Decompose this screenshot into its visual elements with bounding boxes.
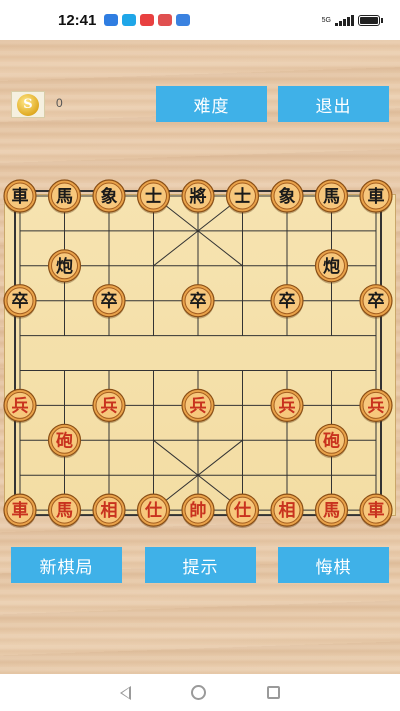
piece-red[interactable]: 車 (3, 493, 37, 529)
piece-label: 卒 (368, 291, 385, 312)
back-icon[interactable] (120, 685, 132, 700)
piece-label: 卒 (279, 291, 296, 312)
piece-red[interactable]: 馬 (314, 493, 349, 529)
piece-label: 車 (12, 186, 29, 207)
recent-apps-icon[interactable] (266, 686, 280, 699)
piece-label: 帥 (190, 500, 207, 521)
piece-label: 相 (279, 500, 296, 521)
piece-red[interactable]: 兵 (181, 388, 215, 424)
piece-red[interactable]: 砲 (314, 423, 349, 459)
piece-label: 馬 (323, 187, 340, 207)
piece-black[interactable]: 士 (225, 179, 260, 214)
piece-label: 炮 (323, 256, 340, 277)
piece-label: 砲 (323, 430, 340, 451)
piece-red[interactable]: 兵 (92, 388, 126, 424)
piece-black[interactable]: 卒 (181, 284, 215, 319)
piece-label: 兵 (12, 395, 29, 416)
piece-black[interactable]: 馬 (47, 179, 82, 214)
piece-label: 仕 (233, 500, 251, 521)
piece-red[interactable]: 兵 (3, 388, 37, 424)
piece-label: 馬 (323, 501, 340, 521)
piece-black[interactable]: 馬 (314, 179, 349, 214)
home-icon[interactable] (191, 685, 207, 700)
piece-label: 卒 (190, 291, 207, 312)
piece-red[interactable]: 馬 (47, 493, 82, 529)
piece-black[interactable]: 象 (270, 179, 304, 214)
piece-red[interactable]: 車 (359, 493, 393, 529)
piece-label: 士 (234, 186, 251, 207)
piece-label: 車 (368, 186, 385, 207)
piece-black[interactable]: 炮 (314, 249, 349, 284)
piece-red[interactable]: 兵 (270, 388, 304, 424)
piece-label: 馬 (56, 501, 73, 521)
piece-label: 車 (12, 500, 29, 521)
piece-black[interactable]: 將 (181, 179, 215, 214)
new-game-button[interactable]: 新棋局 (11, 547, 122, 583)
piece-label: 兵 (279, 395, 296, 416)
piece-red[interactable]: 兵 (359, 388, 393, 424)
piece-red[interactable]: 仕 (225, 493, 260, 529)
piece-label: 兵 (190, 395, 207, 416)
piece-red[interactable]: 相 (270, 493, 304, 529)
piece-black[interactable]: 卒 (92, 284, 126, 319)
hint-button[interactable]: 提示 (145, 547, 256, 583)
piece-label: 象 (101, 186, 118, 207)
piece-label: 將 (190, 186, 207, 207)
piece-label: 炮 (56, 256, 73, 277)
piece-black[interactable]: 炮 (47, 249, 82, 284)
piece-label: 仕 (144, 500, 162, 521)
piece-label: 兵 (101, 395, 118, 416)
piece-black[interactable]: 車 (359, 179, 393, 214)
piece-label: 相 (101, 500, 118, 521)
piece-label: 卒 (101, 291, 118, 312)
piece-red[interactable]: 相 (92, 493, 126, 529)
piece-label: 象 (279, 186, 296, 207)
piece-black[interactable]: 象 (92, 179, 126, 214)
piece-black[interactable]: 卒 (359, 284, 393, 319)
piece-label: 卒 (12, 291, 29, 312)
xiangqi-board[interactable]: 車馬象士將士象馬車炮 炮卒卒卒卒卒兵兵兵兵兵砲 砲車馬相仕帥仕相馬車 (0, 0, 400, 711)
navigation-bar (0, 674, 400, 711)
piece-black[interactable]: 車 (3, 179, 37, 214)
piece-black[interactable]: 士 (136, 179, 171, 214)
piece-red[interactable]: 仕 (136, 493, 171, 529)
piece-label: 砲 (56, 430, 73, 451)
piece-red[interactable]: 砲 (47, 423, 82, 459)
piece-label: 士 (145, 186, 162, 207)
piece-black[interactable]: 卒 (270, 284, 304, 319)
piece-label: 兵 (368, 395, 385, 416)
undo-button[interactable]: 悔棋 (278, 547, 389, 583)
piece-black[interactable]: 卒 (3, 284, 37, 319)
piece-red[interactable]: 帥 (181, 493, 215, 529)
piece-label: 馬 (56, 187, 73, 207)
piece-label: 車 (368, 500, 385, 521)
